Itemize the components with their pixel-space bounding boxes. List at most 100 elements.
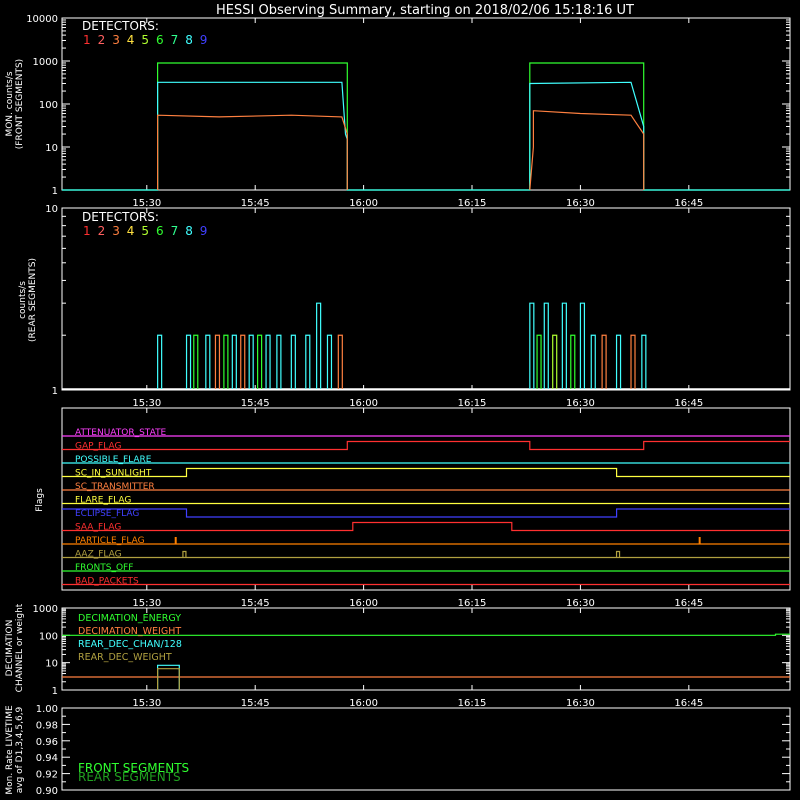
- rear-spike: [185, 334, 192, 389]
- y-tick-label: 1: [52, 686, 58, 697]
- decimation-legend-entry: REAR_DEC_CHAN/128: [78, 639, 182, 650]
- rear-spike: [205, 334, 211, 389]
- front-detector-numbers: 123456789: [83, 33, 207, 47]
- livetime-ylabel-line2: avg of D1,3,4,5,6,9: [15, 706, 25, 793]
- flag-rows: ATTENUATOR_STATEGAP_FLAGPOSSIBLE_FLARESC…: [62, 428, 790, 587]
- flag-line: [62, 467, 790, 478]
- detector-number: 2: [98, 224, 106, 238]
- x-tick-label: 16:30: [566, 698, 595, 709]
- rear-spike: [290, 334, 296, 389]
- x-tick-label: 16:00: [349, 198, 378, 209]
- detector-number: 4: [127, 33, 135, 47]
- decimation-ylabel-line2: CHANNEL or weight: [15, 603, 25, 692]
- detector-number: 8: [185, 224, 193, 238]
- livetime-legend: FRONT SEGMENTSREAR SEGMENTS: [78, 761, 189, 784]
- livetime-panel: 0.90 0.92 0.94 0.96 0.98 1.00 FRONT SEGMENTSR…: [5, 704, 791, 797]
- detector-number: 2: [98, 33, 106, 47]
- detector-number: 7: [171, 224, 179, 238]
- x-tick-label: 16:15: [458, 598, 487, 609]
- flags-ylabel: Flags: [35, 488, 45, 512]
- detector-number: 8: [185, 33, 193, 47]
- rear-spike: [305, 334, 311, 389]
- flag-label: ECLIPSE_FLAG: [75, 509, 139, 519]
- x-tick-label: 15:45: [241, 598, 270, 609]
- plot-canvas: HESSI Observing Summary, starting on 201…: [5, 3, 791, 797]
- rear-spike: [240, 334, 246, 389]
- rear-panel: 1 10 15:30 15:45 16:00 16:15 16:30 16:45 DETEC…: [18, 204, 791, 409]
- x-tick-label: 15:30: [132, 598, 161, 609]
- series-line-3: [157, 114, 348, 190]
- rear-spike: [641, 334, 647, 389]
- y-tick-label: 0.96: [36, 737, 58, 748]
- x-tick-label: 16:30: [566, 198, 595, 209]
- front-ylabel-line1: MON. counts/s: [5, 71, 15, 136]
- series-line-4: [157, 668, 180, 690]
- decimation-panel: 1 10 100 1000 15:30 15:45 16:00 16:15 16:30 16:4…: [5, 603, 791, 709]
- rear-spike: [214, 334, 221, 389]
- rear-spike: [615, 334, 622, 389]
- x-tick-label: 16:30: [566, 398, 595, 409]
- rear-spike: [257, 334, 263, 389]
- summary-plot: HESSI Observing Summary, starting on 201…: [0, 0, 800, 800]
- detector-number: 9: [200, 224, 208, 238]
- plot-title: HESSI Observing Summary, starting on 201…: [216, 3, 634, 18]
- decimation-legend: DECIMATION_ENERGY DECIMATION_WEIGHT REAR_D…: [78, 613, 182, 663]
- x-tick-label: 16:15: [458, 198, 487, 209]
- detector-number: 1: [83, 224, 91, 238]
- flag-line: [62, 508, 790, 518]
- rear-detectors-label: DETECTORS:: [82, 210, 159, 224]
- x-tick-label: 15:30: [132, 398, 161, 409]
- y-tick-label: 10: [45, 659, 58, 670]
- rear-spike: [590, 334, 596, 389]
- rear-spike: [529, 302, 535, 389]
- x-tick-label: 15:30: [132, 698, 161, 709]
- front-ylabel-line2: (FRONT SEGMENTS): [15, 59, 25, 149]
- decimation-legend-entry: DECIMATION_WEIGHT: [78, 626, 181, 637]
- detector-number: 3: [112, 33, 120, 47]
- rear-spike: [248, 334, 254, 389]
- rear-spike: [157, 334, 163, 389]
- x-tick-label: 15:30: [132, 198, 161, 209]
- decimation-legend-entry: REAR_DEC_WEIGHT: [78, 652, 172, 663]
- x-tick-label: 16:30: [566, 598, 595, 609]
- decimation-x-axis: 15:30 15:45 16:00 16:15 16:30 16:45: [132, 608, 703, 709]
- rear-spike: [536, 334, 542, 389]
- rear-spike: [552, 334, 558, 389]
- decimation-legend-entry: DECIMATION_ENERGY: [78, 613, 181, 624]
- y-tick-label: 0.98: [36, 720, 58, 731]
- x-tick-label: 16:00: [349, 398, 378, 409]
- front-detectors-label: DETECTORS:: [82, 19, 159, 33]
- detector-number: 6: [156, 224, 164, 238]
- flag-line: [62, 440, 790, 451]
- front-series: [62, 62, 790, 191]
- rear-spike: [193, 334, 199, 389]
- series-line-4: [529, 110, 645, 191]
- rear-ylabel-line2: (REAR SEGMENTS): [28, 258, 38, 342]
- rear-spike: [630, 334, 636, 389]
- detector-number: 5: [141, 33, 149, 47]
- detector-number: 6: [156, 33, 164, 47]
- detector-number: 3: [112, 224, 120, 238]
- livetime-legend-entry: REAR SEGMENTS: [78, 770, 181, 784]
- x-tick-label: 15:45: [241, 398, 270, 409]
- y-tick-label: 10: [45, 143, 58, 154]
- y-tick-label: 1.00: [36, 704, 58, 715]
- detector-number: 4: [127, 224, 135, 238]
- x-tick-label: 16:15: [458, 698, 487, 709]
- rear-series: [62, 302, 790, 390]
- x-tick-label: 16:45: [674, 198, 703, 209]
- detector-number: 1: [83, 33, 91, 47]
- decimation-ylabel-line1: DECIMATION: [5, 620, 15, 677]
- x-tick-label: 15:45: [241, 698, 270, 709]
- y-tick-label: 100: [39, 631, 58, 642]
- rear-spike: [579, 302, 586, 389]
- flags-panel: ATTENUATOR_STATEGAP_FLAGPOSSIBLE_FLARESC…: [35, 407, 791, 609]
- x-tick-label: 15:45: [241, 198, 270, 209]
- rear-spike: [265, 334, 271, 389]
- x-tick-label: 16:45: [674, 398, 703, 409]
- livetime-ylabel-line1: Mon. Rate LIVETIME: [5, 705, 15, 795]
- y-tick-label: 10000: [26, 14, 58, 25]
- x-tick-label: 16:15: [458, 398, 487, 409]
- x-tick-label: 16:45: [674, 598, 703, 609]
- detector-number: 7: [171, 33, 179, 47]
